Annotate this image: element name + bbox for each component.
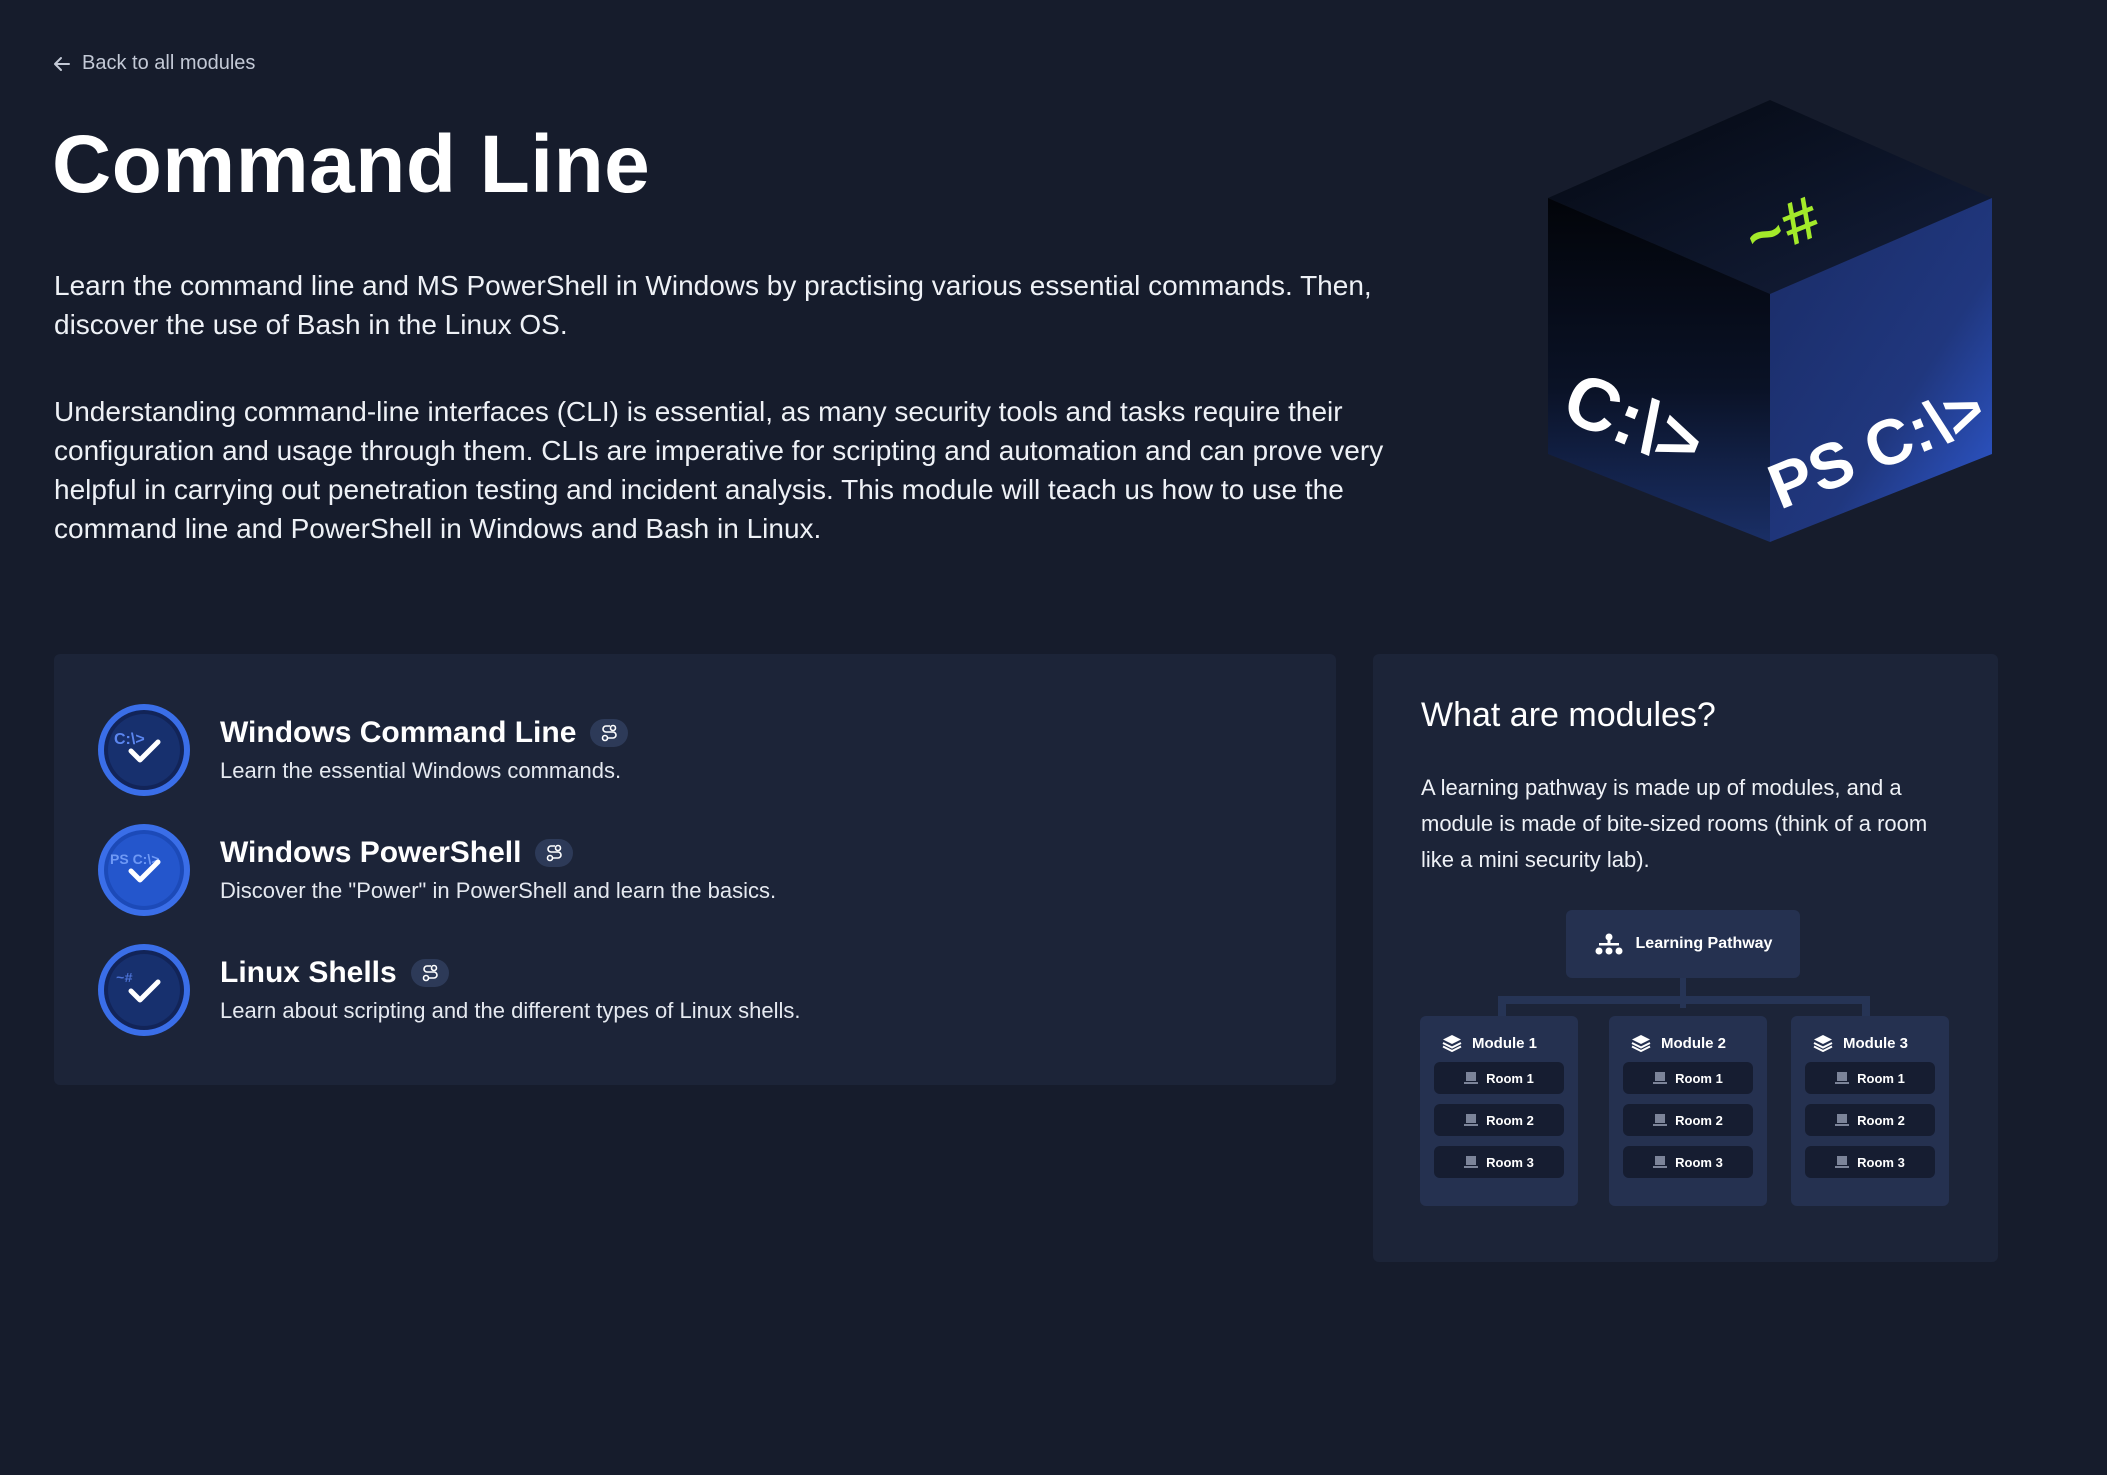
info-title: What are modules? [1421, 696, 1716, 734]
hierarchy-icon [1595, 933, 1623, 955]
pathway-chip [410, 959, 449, 987]
learning-pathway-box: Learning Pathway [1566, 910, 1800, 978]
room-subtitle: Learn the essential Windows commands. [220, 758, 622, 783]
room-icon [1464, 1156, 1479, 1168]
pathway-chip [590, 719, 629, 747]
room-icon [1835, 1156, 1850, 1168]
room-subtitle: Discover the "Power" in PowerShell and l… [220, 878, 777, 903]
layers-icon [1631, 1035, 1651, 1052]
diagram-room: Room 3 [1434, 1146, 1564, 1178]
room-title: Linux Shells [220, 956, 397, 989]
room-icon [1653, 1114, 1668, 1126]
page-title: Command Line [52, 119, 651, 210]
room-icon [1653, 1072, 1668, 1084]
room-icon [1835, 1072, 1850, 1084]
info-text: A learning pathway is made up of modules… [1421, 775, 1928, 872]
room-item-windows-powershell[interactable]: PS C:\> Windows PowerShell Discover the … [96, 822, 1296, 918]
route-icon [547, 844, 563, 862]
module-rooms-card: C:\> Windows Command Line Learn the esse… [54, 654, 1336, 1085]
what-are-modules-card: What are modules? A learning pathway is … [1373, 654, 1998, 1262]
layers-icon [1813, 1035, 1833, 1052]
layers-icon [1442, 1035, 1462, 1052]
module-description-short: Learn the command line and MS PowerShell… [54, 270, 1372, 340]
room-title: Windows PowerShell [220, 836, 522, 869]
diagram-room: Room 2 [1623, 1104, 1753, 1136]
learning-pathway-label: Learning Pathway [1635, 935, 1773, 952]
diagram-module-3: Module 3 Room 1 Room 2 Room 3 [1791, 1016, 1949, 1206]
room-item-windows-command-line[interactable]: C:\> Windows Command Line Learn the esse… [96, 702, 1296, 798]
diagram-room: Room 3 [1623, 1146, 1753, 1178]
module-description-long: Understanding command-line interfaces (C… [54, 396, 1384, 544]
command-line-cube-illustration: ~# C:\> PS C:\> [1548, 100, 1995, 542]
room-badge: C:\> [96, 702, 192, 798]
room-title: Windows Command Line [220, 716, 577, 749]
route-icon [422, 964, 438, 982]
diagram-room: Room 2 [1805, 1104, 1935, 1136]
diagram-room: Room 1 [1805, 1062, 1935, 1094]
route-icon [602, 724, 618, 742]
diagram-room: Room 3 [1805, 1146, 1935, 1178]
back-to-modules-link[interactable]: Back to all modules [52, 52, 255, 75]
diagram-module-1: Module 1 Room 1 Room 2 Room 3 [1420, 1016, 1578, 1206]
svg-text:C:\>: C:\> [114, 731, 145, 748]
room-icon [1464, 1114, 1479, 1126]
arrow-left-icon [54, 56, 70, 71]
pathway-chip [535, 839, 574, 867]
diagram-room: Room 2 [1434, 1104, 1564, 1136]
diagram-room: Room 1 [1434, 1062, 1564, 1094]
back-link-label: Back to all modules [82, 52, 256, 74]
room-icon [1464, 1072, 1479, 1084]
room-badge: PS C:\> [96, 822, 192, 918]
room-badge: ~# [96, 942, 192, 1038]
room-item-linux-shells[interactable]: ~# Linux Shells Learn about scripting an… [96, 942, 1296, 1038]
diagram-room: Room 1 [1623, 1062, 1753, 1094]
room-icon [1653, 1156, 1668, 1168]
diagram-module-2: Module 2 Room 1 Room 2 Room 3 [1609, 1016, 1767, 1206]
pathway-diagram: Learning Pathway Module 1 Room 1 Room 2 … [1420, 910, 1949, 1210]
room-subtitle: Learn about scripting and the different … [220, 998, 801, 1023]
room-icon [1835, 1114, 1850, 1126]
diagram-connector [1498, 996, 1870, 1004]
svg-text:~#: ~# [116, 971, 133, 987]
